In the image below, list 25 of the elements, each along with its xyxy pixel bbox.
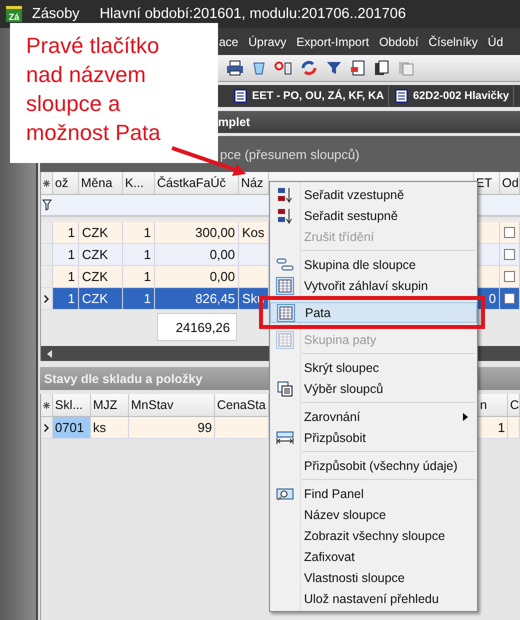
table-cell: CZK [79,244,123,265]
table-cell: 1 [53,266,79,287]
table-cell: 826,45 [155,288,239,309]
app-name: Zásoby [32,6,80,22]
table-cell: 0701 [53,417,91,438]
table-cell: 1 [53,288,79,309]
window-title: Hlavní období:201601, modulu:201706..201706 [100,6,406,22]
table-cell: 0,00 [155,266,239,287]
table-cell: 1 [53,222,79,243]
table-cell: 1 [123,288,155,309]
table-cell: 0,00 [155,244,239,265]
footer-total: 24169,26 [157,313,237,341]
table-cell: 1 [123,266,155,287]
table-cell: 99 [129,417,215,438]
table-cell: CZK [79,222,123,243]
group-panel-hint: pce (přesunem sloupců) [220,146,360,162]
table-cell: 300,00 [155,222,239,243]
table-cell: 1 [123,244,155,265]
table-cell: 1 [123,222,155,243]
table-cell: CZK [79,266,123,287]
table-cell: CZK [79,288,123,309]
annotation-callout: Pravé tlačítko nad názvem sloupce a možnost Pata [10,23,218,163]
table-cell: 1 [53,244,79,265]
app-logo: Zá [6,6,22,22]
table-cell: ks [91,417,129,438]
